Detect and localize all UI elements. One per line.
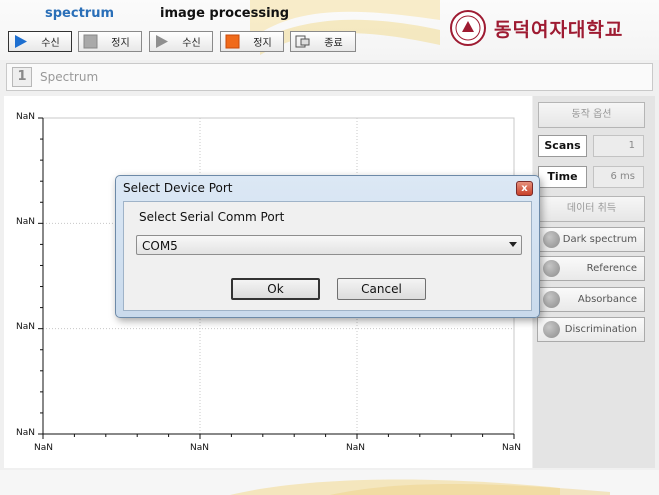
chevron-down-icon (509, 242, 517, 247)
image-stop-button[interactable]: 정지 (220, 31, 284, 52)
exit-label: 종료 (324, 38, 343, 49)
scans-label: Scans (538, 135, 587, 157)
dark-spectrum-label: Dark spectrum (562, 234, 637, 245)
operation-options-button[interactable]: 동작 옵션 (538, 102, 645, 128)
reference-label: Reference (586, 263, 637, 274)
discrimination-button[interactable]: Discrimination (537, 317, 645, 342)
acquire-data-button[interactable]: 데이터 취득 (538, 196, 645, 222)
y-tick-label: NaN (16, 428, 35, 438)
radio-indicator-icon (543, 231, 560, 248)
panel-title: Spectrum (40, 70, 99, 84)
university-name: 동덕여자대학교 (494, 18, 624, 41)
university-seal-icon (450, 10, 486, 46)
y-tick-label: NaN (16, 217, 35, 227)
absorbance-button[interactable]: Absorbance (537, 287, 645, 312)
radio-indicator-icon (543, 321, 560, 338)
radio-indicator-icon (543, 260, 560, 277)
stop-icon (83, 34, 98, 49)
exit-icon (295, 35, 310, 48)
x-tick-label: NaN (190, 443, 209, 453)
exit-button[interactable]: 종료 (290, 31, 356, 52)
panel-number: 1 (12, 67, 32, 87)
discrimination-label: Discrimination (564, 324, 637, 335)
spectrum-receive-button[interactable]: 수신 (8, 31, 72, 52)
radio-indicator-icon (543, 291, 560, 308)
spectrum-stop-label: 정지 (111, 38, 130, 49)
serial-port-dropdown[interactable]: COM5 (136, 235, 522, 255)
spectrum-stop-button[interactable]: 정지 (78, 31, 142, 52)
footer-decoration (0, 470, 659, 495)
tab-spectrum[interactable]: spectrum (45, 6, 114, 21)
time-label: Time (538, 166, 587, 188)
ok-button[interactable]: Ok (231, 278, 320, 300)
scans-field[interactable]: 1 (593, 135, 644, 157)
x-tick-label: NaN (34, 443, 53, 453)
close-icon[interactable]: x (516, 181, 533, 196)
stop-icon (225, 34, 240, 49)
image-receive-button[interactable]: 수신 (149, 31, 213, 52)
university-logo: 동덕여자대학교 (450, 8, 655, 48)
image-stop-label: 정지 (253, 38, 272, 49)
y-tick-label: NaN (16, 112, 35, 122)
image-receive-label: 수신 (182, 38, 201, 49)
play-icon (15, 35, 27, 48)
selected-port-value: COM5 (142, 239, 178, 253)
dark-spectrum-button[interactable]: Dark spectrum (537, 227, 645, 252)
x-tick-label: NaN (502, 443, 521, 453)
x-tick-label: NaN (346, 443, 365, 453)
options-panel: 동작 옵션 Scans 1 Time 6 ms 데이터 취득 Dark spec… (533, 96, 655, 468)
dialog-body: Select Serial Comm Port COM5 Ok Cancel (123, 201, 532, 311)
integration-time-field[interactable]: 6 ms (593, 166, 644, 188)
top-banner: spectrum image processing 수신 정지 수신 정지 종료… (0, 0, 659, 60)
cancel-button[interactable]: Cancel (337, 278, 426, 300)
play-icon (156, 35, 168, 48)
tab-image-processing[interactable]: image processing (160, 6, 289, 21)
y-tick-label: NaN (16, 322, 35, 332)
absorbance-label: Absorbance (577, 294, 637, 305)
spectrum-receive-label: 수신 (41, 38, 60, 49)
dialog-prompt: Select Serial Comm Port (139, 210, 285, 224)
panel-title-bar: 1 Spectrum (6, 63, 653, 91)
select-device-port-dialog: Select Device Port x Select Serial Comm … (115, 175, 540, 318)
reference-button[interactable]: Reference (537, 256, 645, 281)
dialog-title: Select Device Port (123, 181, 233, 195)
